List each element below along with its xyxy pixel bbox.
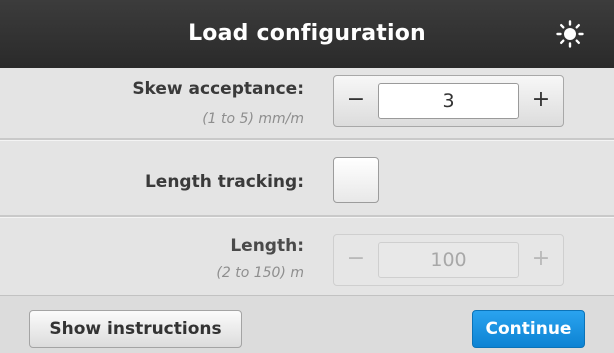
skew-value-field[interactable]: 3	[378, 83, 519, 119]
divider	[0, 138, 614, 141]
length-tracking-label: Length tracking:	[144, 172, 304, 192]
continue-button[interactable]: Continue	[472, 310, 585, 348]
footer-bar: Show instructions Continue	[0, 295, 614, 353]
length-decrement-button[interactable]: −	[334, 235, 378, 285]
length-value-field[interactable]: 100	[378, 242, 519, 278]
skew-acceptance-stepper: − 3 +	[333, 75, 564, 127]
length-range: (2 to 150) m	[216, 265, 304, 281]
skew-increment-button[interactable]: +	[519, 76, 563, 126]
skew-decrement-button[interactable]: −	[334, 76, 378, 126]
skew-acceptance-label: Skew acceptance:	[132, 79, 304, 99]
length-stepper: − 100 +	[333, 234, 564, 286]
brightness-icon[interactable]	[556, 20, 584, 48]
show-instructions-button[interactable]: Show instructions	[29, 310, 242, 348]
page-title: Load configuration	[188, 21, 426, 46]
skew-acceptance-range: (1 to 5) mm/m	[202, 111, 304, 127]
length-increment-button[interactable]: +	[519, 235, 563, 285]
length-tracking-checkbox[interactable]	[333, 157, 379, 203]
divider	[0, 215, 614, 218]
header-bar: Load configuration	[0, 0, 614, 68]
load-configuration-screen: Load configuration Skew acceptance: (1 t…	[0, 0, 614, 353]
length-label: Length:	[230, 236, 304, 256]
